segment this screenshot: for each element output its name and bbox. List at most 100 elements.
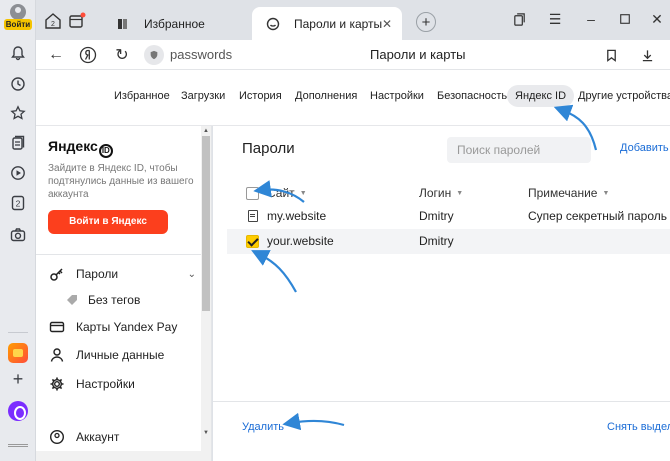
window-close-icon[interactable]: ✕: [648, 10, 666, 28]
back-icon[interactable]: ←: [46, 45, 66, 65]
side-divider: [8, 332, 28, 333]
collections-icon[interactable]: [9, 134, 27, 152]
sidebar-scrollbar[interactable]: ▲ ▼: [201, 126, 211, 461]
sidebar-item-label: Пароли: [76, 267, 119, 281]
maximize-icon[interactable]: [616, 10, 634, 28]
nav-yandex-id[interactable]: Яндекс ID: [507, 85, 575, 107]
selection-action-bar: Удалить Снять выделение: [213, 401, 670, 461]
row-site[interactable]: your.website: [267, 234, 334, 248]
nav-favorites[interactable]: Избранное: [114, 90, 170, 102]
scroll-down-icon[interactable]: ▼: [202, 429, 210, 437]
column-login-label: Логин: [419, 186, 452, 200]
sidebar-item-cards[interactable]: Карты Yandex Pay: [48, 316, 198, 338]
tab-passwords[interactable]: Пароли и карты ✕: [252, 7, 402, 40]
new-tab-button[interactable]: +: [416, 12, 436, 32]
sidebar-divider: [36, 254, 201, 255]
key-icon: [48, 265, 66, 283]
nav-downloads[interactable]: Загрузки: [181, 90, 225, 102]
row-login: Dmitry: [419, 209, 454, 223]
nav-history[interactable]: История: [239, 90, 282, 102]
login-badge[interactable]: Войти: [4, 19, 32, 30]
settings-nav: Избранное Загрузки История Дополнения На…: [36, 70, 670, 126]
column-site[interactable]: Сайт ▼: [267, 186, 307, 200]
nav-settings[interactable]: Настройки: [370, 90, 424, 102]
sidebar-item-label: Карты Yandex Pay: [76, 320, 178, 334]
menu-icon[interactable]: ☰: [546, 10, 564, 28]
sidebar-item-untagged[interactable]: Без тегов: [66, 289, 211, 311]
minimize-icon[interactable]: –: [582, 10, 600, 28]
download-icon[interactable]: [638, 46, 656, 64]
url-text[interactable]: passwords: [170, 47, 232, 62]
side-panel: Войти 2 +: [0, 0, 36, 461]
row-checkbox[interactable]: [246, 235, 259, 248]
row-note: Супер секретный пароль: [528, 209, 668, 223]
refresh-icon[interactable]: ↻: [112, 45, 132, 65]
column-site-label: Сайт: [267, 186, 295, 200]
bookmark-add-icon[interactable]: [602, 46, 620, 64]
tabs-counter-icon[interactable]: 2: [42, 10, 64, 32]
sidebar-item-passwords[interactable]: Пароли ⌄: [48, 263, 198, 285]
row-site[interactable]: my.website: [267, 209, 326, 223]
new-window-icon[interactable]: [66, 10, 88, 32]
star-icon[interactable]: [9, 104, 27, 122]
sidebar-item-settings[interactable]: Настройки: [48, 373, 198, 395]
deselect-link[interactable]: Снять выделение: [607, 421, 670, 433]
drag-handle-icon[interactable]: [8, 444, 28, 447]
bell-icon[interactable]: [9, 44, 27, 62]
horizontal-scrollbar[interactable]: [36, 451, 211, 461]
nav-security[interactable]: Безопасность: [437, 90, 507, 102]
sidebar-item-label: Аккаунт: [76, 430, 120, 444]
camera-icon[interactable]: [9, 226, 27, 244]
login-yandex-button[interactable]: Войти в Яндекс: [48, 210, 168, 234]
sort-caret-icon: ▼: [456, 189, 464, 197]
scrollbar-thumb[interactable]: [202, 136, 210, 311]
sort-caret-icon: ▼: [602, 189, 610, 197]
yandex-icon[interactable]: [78, 45, 98, 65]
column-note[interactable]: Примечание ▼: [528, 186, 609, 200]
play-icon[interactable]: [9, 164, 27, 182]
table-row[interactable]: your.website Dmitry: [227, 229, 670, 254]
page-title: Пароли и карты: [370, 47, 466, 62]
smile-icon: [266, 17, 280, 31]
card-icon: [48, 318, 66, 336]
column-note-label: Примечание: [528, 186, 598, 200]
passwords-sidebar: Яндекс ID Зайдите в Яндекс ID, чтобы подт…: [36, 126, 212, 461]
protect-icon[interactable]: [144, 45, 164, 65]
yandex-id-logo: Яндекс ID: [48, 138, 113, 158]
svg-text:2: 2: [16, 199, 21, 209]
search-input[interactable]: [447, 137, 591, 163]
column-login[interactable]: Логин ▼: [419, 186, 463, 200]
yandex-app-icon[interactable]: [8, 343, 28, 363]
scroll-up-icon[interactable]: ▲: [202, 127, 210, 135]
tab-favorites-label: Избранное: [144, 16, 205, 31]
profile-avatar[interactable]: Войти: [4, 4, 32, 34]
bookmark-icon: [116, 17, 130, 31]
nav-other-devices[interactable]: Другие устройства: [578, 90, 670, 102]
sidebar-item-label: Настройки: [76, 377, 135, 391]
chevron-down-icon[interactable]: ⌄: [188, 269, 196, 280]
login-promo-text: Зайдите в Яндекс ID, чтобы подтянулись д…: [48, 163, 194, 200]
collections-toolbar-icon[interactable]: [510, 10, 528, 28]
sidebar-item-label: Без тегов: [88, 293, 141, 307]
delete-link[interactable]: Удалить: [242, 421, 284, 433]
close-icon[interactable]: ✕: [382, 17, 392, 31]
address-bar: ← ↻ passwords Пароли и карты: [36, 40, 670, 70]
sidebar-item-personal[interactable]: Личные данные: [48, 344, 198, 366]
tab-strip: 2 Избранное Пароли и карты ✕ + ☰ – ✕: [36, 0, 670, 40]
table-row[interactable]: my.website Dmitry Супер секретный пароль: [227, 204, 670, 229]
add-password-link[interactable]: Добавить: [620, 142, 669, 154]
nav-extensions[interactable]: Дополнения: [295, 90, 357, 102]
tab-favorites[interactable]: Избранное: [102, 7, 254, 40]
sidebar-item-account[interactable]: Аккаунт: [48, 426, 198, 448]
row-login: Dmitry: [419, 234, 454, 248]
clock-icon[interactable]: [9, 75, 27, 93]
sort-caret-icon: ▼: [299, 189, 307, 197]
two-icon[interactable]: 2: [9, 194, 27, 212]
plus-icon[interactable]: +: [9, 369, 27, 389]
account-icon: [48, 428, 66, 446]
avatar-icon: [10, 4, 26, 20]
select-all-checkbox[interactable]: [246, 187, 259, 200]
alice-icon[interactable]: [8, 401, 28, 421]
svg-text:2: 2: [51, 21, 55, 28]
tag-icon: [66, 291, 78, 309]
